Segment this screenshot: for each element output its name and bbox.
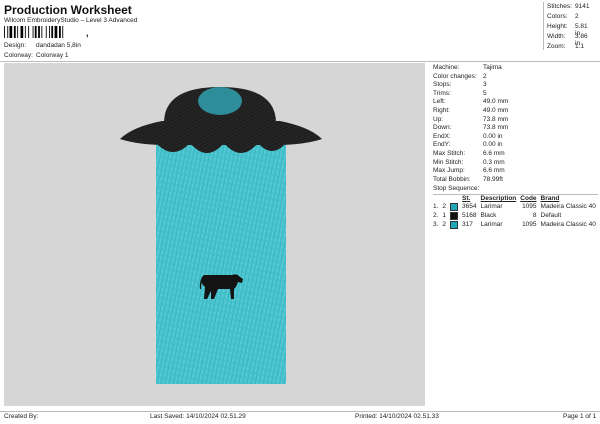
stat-value: 9141 xyxy=(575,3,590,10)
row-code: 1095 xyxy=(522,203,537,210)
stat-label: Stitches: xyxy=(547,3,572,10)
col-color xyxy=(448,195,460,202)
row-code: 8 xyxy=(532,212,537,219)
machine-info-label: Stops: xyxy=(433,81,452,89)
row-index: 3. xyxy=(433,221,439,228)
row-description: Larimar xyxy=(480,221,503,228)
row-color-swatch xyxy=(448,211,460,220)
machine-info-value: 3 xyxy=(483,81,487,89)
footer-divider xyxy=(0,411,600,412)
machine-info-value: 0.3 mm xyxy=(483,158,505,166)
barcode xyxy=(4,26,64,38)
stat-label: Colors: xyxy=(547,13,568,20)
barcode-mark: , xyxy=(86,28,89,38)
table-row: 1. 2 3654 Larimar 1095 Madeira Classic 40 xyxy=(431,202,598,211)
machine-info-label: Color changes: xyxy=(433,72,477,80)
row-brand: Madeira Classic 40 xyxy=(540,203,596,210)
row-st: 317 xyxy=(462,221,473,228)
software-subtitle: Wilcom EmbroideryStudio – Level 3 Advanc… xyxy=(4,17,138,24)
machine-info-label: Trims: xyxy=(433,89,451,97)
row-color-swatch xyxy=(448,220,460,229)
row-brand: Default xyxy=(540,212,562,219)
colorway-label: Colorway: xyxy=(4,52,33,59)
row-stop: 2 xyxy=(442,203,447,210)
machine-info-value: 49.0 mm xyxy=(483,107,509,114)
machine-info-label: Max Jump: xyxy=(433,167,465,175)
machine-info-value: 2 xyxy=(483,72,487,80)
col-description: Description xyxy=(480,195,517,202)
stats-panel: Stitches: 9141 Colors: 2 Height: 5.81 in Width… xyxy=(547,3,597,53)
machine-info-label: Machine: xyxy=(433,64,460,71)
design-value: dandadan 5,8in xyxy=(36,42,81,49)
stat-label: Height: xyxy=(547,23,568,30)
machine-info-label: Down: xyxy=(433,124,452,132)
table-header-row: St. Description Code Brand xyxy=(431,195,598,202)
machine-info-value: 0.00 in xyxy=(483,141,503,149)
page-title: Production Worksheet xyxy=(4,3,132,17)
col-index xyxy=(431,195,440,202)
row-code: 1095 xyxy=(522,221,537,228)
col-code: Code xyxy=(520,195,537,202)
header-divider xyxy=(0,61,600,62)
machine-info-value: Tajima xyxy=(483,64,502,71)
row-description: Larimar xyxy=(480,203,503,210)
table-row: 2. 1 5168 Black 8 Default xyxy=(431,211,598,220)
machine-info-value: 0.00 in xyxy=(483,132,503,140)
machine-info-label: Up: xyxy=(433,115,444,123)
machine-info-value: 49.0 mm xyxy=(483,98,509,106)
stats-divider xyxy=(543,2,544,50)
machine-info-label: Right: xyxy=(433,107,450,114)
stop-sequence-title: Stop Sequence: xyxy=(433,185,480,192)
machine-info-value: 78.99ft xyxy=(483,175,503,183)
machine-info-value: 6.6 mm xyxy=(483,150,505,157)
hat-crown-highlight xyxy=(198,87,242,115)
teal-beam xyxy=(156,143,286,384)
stop-sequence-table: St. Description Code Brand 1. 2 3654 Larima… xyxy=(431,195,598,229)
machine-info-value: 5 xyxy=(483,89,487,97)
color-swatch xyxy=(450,211,459,220)
colorway-value: Colorway 1 xyxy=(36,52,69,59)
color-swatch xyxy=(450,220,459,229)
stat-label: Zoom: xyxy=(547,43,566,50)
row-stop: 2 xyxy=(442,221,447,228)
col-brand: Brand xyxy=(540,195,560,202)
footer-created-by: Created By: xyxy=(4,413,39,420)
row-color-swatch xyxy=(448,202,460,211)
col-stop xyxy=(440,195,448,202)
col-st: St. xyxy=(462,195,471,202)
machine-info-panel: Machine: Tajima Color changes: 2 Stops: 3 Trim… xyxy=(433,64,598,188)
design-label: Design: xyxy=(4,42,27,49)
footer-printed: Printed: 14/10/2024 02.51.33 xyxy=(355,413,439,420)
row-stop: 1 xyxy=(442,212,447,219)
stat-value: 2 xyxy=(575,13,579,20)
stat-label: Width: xyxy=(547,33,566,40)
machine-info-label: Total Bobbin: xyxy=(433,175,471,183)
footer-page: Page 1 of 1 xyxy=(563,413,597,420)
embroidery-design xyxy=(120,87,322,384)
machine-info-label: EndY: xyxy=(433,141,451,149)
machine-info-label: Max Stitch: xyxy=(433,150,466,157)
machine-info-label: EndX: xyxy=(433,132,451,140)
design-preview xyxy=(4,63,425,406)
row-index: 2. xyxy=(433,212,439,219)
row-brand: Madeira Classic 40 xyxy=(540,221,596,228)
machine-info-label: Left: xyxy=(433,98,446,106)
row-st: 3654 xyxy=(462,203,477,210)
color-swatch xyxy=(450,202,459,211)
table-row: 3. 2 317 Larimar 1095 Madeira Classic 40 xyxy=(431,220,598,229)
row-st: 5168 xyxy=(462,212,477,219)
machine-info-value: 73.8 mm xyxy=(483,124,509,132)
footer-last-saved: Last Saved: 14/10/2024 02.51.29 xyxy=(150,413,246,420)
machine-info-value: 6.6 mm xyxy=(483,167,505,175)
machine-info-value: 73.8 mm xyxy=(483,115,509,123)
hat-brim xyxy=(120,121,322,145)
row-index: 1. xyxy=(433,203,439,210)
row-description: Black xyxy=(480,212,497,219)
machine-info-label: Min Stitch: xyxy=(433,158,464,166)
stat-value: 1:1 xyxy=(575,43,585,50)
